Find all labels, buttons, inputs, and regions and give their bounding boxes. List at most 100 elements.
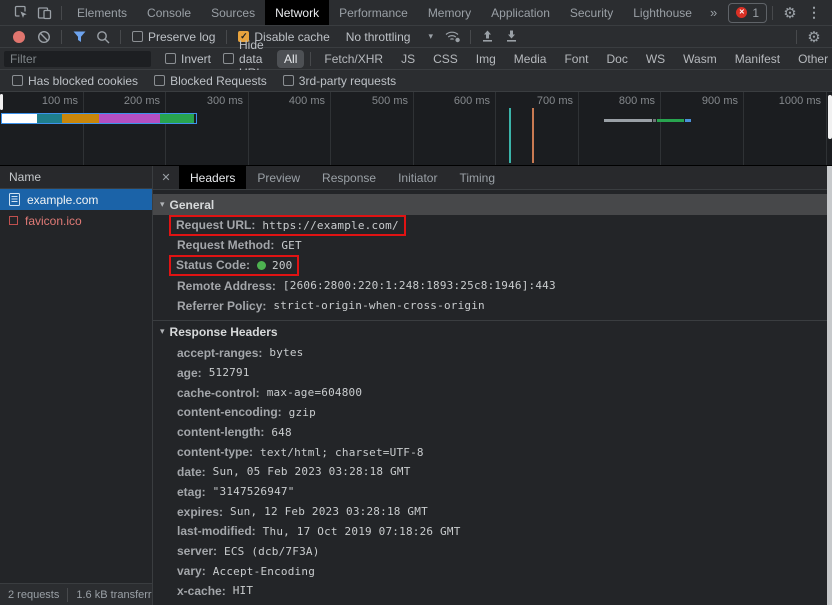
request-row-favicon-ico[interactable]: favicon.ico [0, 210, 152, 231]
header-value: 648 [271, 426, 291, 439]
filter-type-img[interactable]: Img [469, 50, 503, 68]
waterfall-segment [99, 114, 160, 123]
settings-gear-button[interactable]: ⚙ [778, 1, 802, 25]
filter-type-manifest[interactable]: Manifest [728, 50, 787, 68]
network-settings-gear-button[interactable]: ⚙ [802, 25, 826, 49]
detail-tab-timing[interactable]: Timing [448, 166, 506, 189]
has-blocked-cookies-toggle[interactable]: Has blocked cookies [12, 74, 138, 88]
invert-toggle[interactable]: Invert [165, 52, 211, 66]
overview-left-handle[interactable] [0, 94, 3, 110]
overview[interactable]: 100 ms200 ms300 ms400 ms500 ms600 ms700 … [0, 92, 832, 166]
filter-type-media[interactable]: Media [507, 50, 554, 68]
tab-sources[interactable]: Sources [201, 0, 265, 25]
disclosure-triangle-icon: ▾ [160, 326, 165, 337]
import-har-button[interactable] [476, 25, 500, 49]
general-section-header[interactable]: ▾ General [153, 194, 827, 215]
detail-tab-response[interactable]: Response [311, 166, 387, 189]
load-event-marker [532, 108, 534, 163]
blocked-requests-toggle[interactable]: Blocked Requests [154, 74, 267, 88]
device-toolbar-icon [37, 6, 52, 20]
close-details-button[interactable]: ✕ [153, 166, 179, 189]
detail-tab-initiator[interactable]: Initiator [387, 166, 448, 189]
header-row-accept-ranges: accept-ranges:bytes [153, 343, 827, 363]
overview-request-bar [1, 113, 197, 124]
search-button[interactable] [91, 25, 115, 49]
devtools-window: ElementsConsoleSourcesNetworkPerformance… [0, 0, 832, 605]
header-name: etag: [177, 485, 206, 499]
clear-button[interactable] [32, 25, 56, 49]
tab-elements[interactable]: Elements [67, 0, 137, 25]
tick-label: 100 ms [8, 95, 78, 107]
waterfall-segment [62, 114, 99, 123]
filter-type-other[interactable]: Other [791, 50, 832, 68]
header-name: accept-ranges: [177, 346, 262, 360]
requests-panel: Name example.comfavicon.ico 2 requests 1… [0, 166, 153, 605]
network-conditions-button[interactable] [441, 25, 465, 49]
preserve-log-toggle[interactable]: Preserve log [132, 30, 215, 44]
filter-type-fetch-xhr[interactable]: Fetch/XHR [317, 50, 390, 68]
headers-view: ▾ General Request URL:https://example.co… [153, 191, 827, 605]
blocked-requests-checkbox[interactable] [154, 75, 165, 86]
window-scrollbar[interactable] [827, 166, 832, 605]
3rd-party-requests-label: 3rd-party requests [299, 74, 396, 88]
record-button[interactable] [13, 31, 25, 43]
header-value: Sun, 12 Feb 2023 03:28:18 GMT [230, 505, 428, 518]
hide-data-urls-checkbox[interactable] [223, 53, 234, 64]
preserve-log-checkbox[interactable] [132, 31, 143, 42]
name-column-header[interactable]: Name [0, 166, 152, 189]
header-row-status-code: Status Code:200 [153, 255, 827, 275]
more-tabs-button[interactable]: » [702, 5, 725, 20]
header-value: max-age=604800 [267, 386, 363, 399]
tab-console[interactable]: Console [137, 0, 201, 25]
detail-tab-headers[interactable]: Headers [179, 166, 246, 189]
invert-checkbox[interactable] [165, 53, 176, 64]
filter-input[interactable] [4, 51, 151, 67]
filter-type-js[interactable]: JS [394, 50, 422, 68]
search-icon [96, 30, 110, 44]
throttling-select[interactable]: No throttling ▾ [346, 30, 433, 44]
header-name: Referrer Policy: [177, 299, 266, 313]
filter-type-css[interactable]: CSS [426, 50, 465, 68]
waterfall-segment [604, 119, 652, 122]
device-toolbar-button[interactable] [32, 1, 56, 25]
export-har-button[interactable] [500, 25, 524, 49]
tab-security[interactable]: Security [560, 0, 623, 25]
general-rows: Request URL:https://example.com/Request … [153, 215, 827, 316]
inspect-element-button[interactable] [8, 1, 32, 25]
general-section-title: General [170, 198, 215, 212]
tab-network[interactable]: Network [265, 0, 329, 25]
response-headers-section-header[interactable]: ▾ Response Headers [153, 321, 827, 343]
error-count-badge[interactable]: ✕ 1 [728, 3, 767, 23]
filter-type-wasm[interactable]: Wasm [676, 50, 724, 68]
request-row-example-com[interactable]: example.com [0, 189, 152, 210]
tick-label: 800 ms [585, 95, 655, 107]
annotation-box: Request URL:https://example.com/ [169, 215, 406, 236]
header-value: strict-origin-when-cross-origin [273, 299, 485, 312]
filter-toggle-button[interactable] [67, 25, 91, 49]
tab-memory[interactable]: Memory [418, 0, 481, 25]
tab-lighthouse[interactable]: Lighthouse [623, 0, 702, 25]
tab-performance[interactable]: Performance [329, 0, 418, 25]
3rd-party-requests-checkbox[interactable] [283, 75, 294, 86]
3rd-party-requests-toggle[interactable]: 3rd-party requests [283, 74, 396, 88]
detail-tab-strip: HeadersPreviewResponseInitiatorTiming [179, 166, 506, 189]
filter-type-ws[interactable]: WS [639, 50, 672, 68]
header-value: gzip [289, 406, 316, 419]
clear-icon [37, 30, 51, 44]
tick-label: 900 ms [668, 95, 738, 107]
overview-right-handle[interactable] [828, 95, 832, 139]
error-icon: ✕ [736, 7, 747, 18]
separator [67, 588, 68, 602]
header-row-last-modified: last-modified:Thu, 17 Oct 2019 07:18:26 … [153, 522, 827, 542]
kebab-menu-button[interactable]: ⋮ [802, 1, 826, 25]
waterfall-segment [657, 119, 684, 122]
tab-application[interactable]: Application [481, 0, 560, 25]
detail-tab-preview[interactable]: Preview [246, 166, 311, 189]
filter-type-font[interactable]: Font [557, 50, 595, 68]
filter-type-all[interactable]: All [277, 50, 304, 68]
request-details-pane: ✕ HeadersPreviewResponseInitiatorTiming … [153, 166, 832, 605]
header-value: https://example.com/ [262, 219, 398, 232]
has-blocked-cookies-checkbox[interactable] [12, 75, 23, 86]
header-row-vary: vary:Accept-Encoding [153, 561, 827, 581]
filter-type-doc[interactable]: Doc [599, 50, 634, 68]
